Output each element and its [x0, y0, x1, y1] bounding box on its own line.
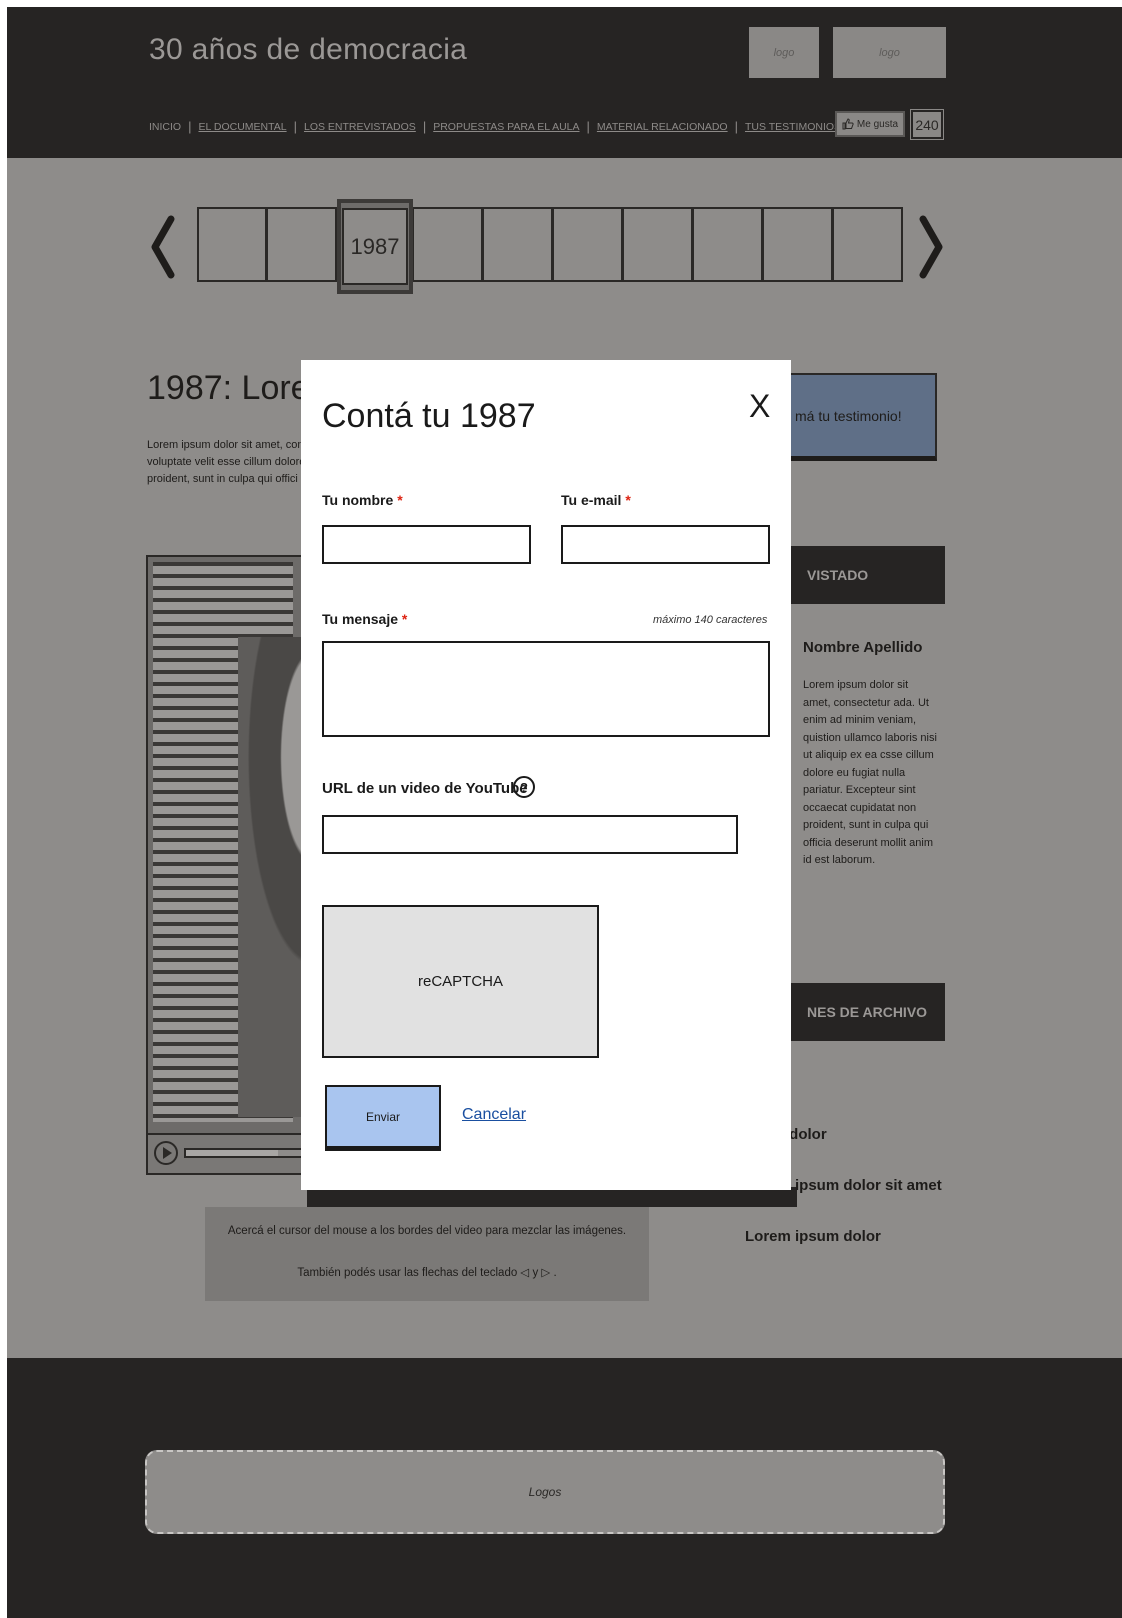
- site-footer: Logos: [7, 1358, 1122, 1618]
- timeline-year-box[interactable]: [623, 207, 693, 282]
- recaptcha-widget[interactable]: reCAPTCHA: [322, 905, 599, 1058]
- email-label-text: Tu e-mail: [561, 492, 622, 508]
- nav-separator: |: [734, 119, 738, 134]
- nav-item-tus-testimonios[interactable]: TUS TESTIMONIOS: [745, 121, 841, 133]
- nav-item-los-entrevistados[interactable]: LOS ENTREVISTADOS: [304, 121, 416, 133]
- timeline-year-box[interactable]: [693, 207, 763, 282]
- nav-item-el-documental[interactable]: EL DOCUMENTAL: [198, 121, 286, 133]
- help-icon[interactable]: ?: [513, 776, 535, 798]
- timeline-year-box[interactable]: [553, 207, 623, 282]
- nombre-label: Tu nombre *: [322, 492, 403, 508]
- email-label: Tu e-mail *: [561, 492, 631, 508]
- max-chars-note: máximo 140 caracteres: [653, 614, 768, 626]
- entrevistado-name: Nombre Apellido: [803, 639, 923, 656]
- nav-separator: |: [586, 119, 590, 134]
- nav-item-propuestas[interactable]: PROPUESTAS PARA EL AULA: [433, 121, 579, 133]
- header-logo-1: logo: [749, 27, 819, 78]
- year-timeline: 1987: [197, 199, 903, 294]
- url-label: URL de un video de YouTube: [322, 780, 528, 797]
- video-progress-fill: [186, 1150, 279, 1156]
- close-icon[interactable]: X: [749, 390, 770, 422]
- nombre-label-text: Tu nombre: [322, 492, 394, 508]
- entrevistado-section-title: VISTADO: [787, 546, 945, 604]
- add-testimony-button[interactable]: má tu testimonio!: [777, 373, 937, 461]
- chevron-left-icon[interactable]: [147, 207, 177, 287]
- modal-title: Contá tu 1987: [322, 397, 536, 435]
- timeline-year-box[interactable]: [763, 207, 833, 282]
- timeline-year-active[interactable]: 1987: [337, 199, 413, 294]
- mensaje-field[interactable]: [322, 641, 770, 737]
- email-field[interactable]: [561, 525, 770, 564]
- footer-logos: Logos: [145, 1450, 945, 1534]
- site-header: 30 años de democracia logo logo INICIO |…: [7, 7, 1122, 158]
- nav-item-material-relacionado[interactable]: MATERIAL RELACIONADO: [597, 121, 728, 133]
- chevron-right-icon[interactable]: [917, 207, 947, 287]
- testimony-modal: Contá tu 1987 X Tu nombre * Tu e-mail * …: [301, 360, 791, 1190]
- timeline-year-box[interactable]: [483, 207, 553, 282]
- archivo-section-title: NES DE ARCHIVO: [787, 983, 945, 1041]
- required-mark: *: [625, 492, 631, 508]
- timeline-year-label: 1987: [342, 208, 408, 285]
- timeline-year-box[interactable]: [197, 207, 267, 282]
- submit-button[interactable]: Enviar: [325, 1085, 441, 1151]
- video-caption-strip: [307, 1187, 797, 1207]
- nav-separator: |: [188, 119, 192, 134]
- like-button[interactable]: Me gusta: [835, 111, 905, 137]
- nav-separator: |: [422, 119, 427, 134]
- cancel-link[interactable]: Cancelar: [462, 1106, 526, 1124]
- nav-separator: |: [293, 119, 297, 134]
- thumbs-up-icon: [842, 118, 854, 130]
- mensaje-label-text: Tu mensaje: [322, 611, 398, 627]
- nombre-field[interactable]: [322, 525, 531, 564]
- youtube-url-field[interactable]: [322, 815, 738, 854]
- header-logo-2: logo: [833, 27, 946, 78]
- main-nav: INICIO | EL DOCUMENTAL | LOS ENTREVISTAD…: [149, 119, 841, 134]
- hint-line-2: También podés usar las flechas del tecla…: [297, 1267, 557, 1279]
- hint-line-1: Acercá el cursor del mouse a los bordes …: [227, 1225, 627, 1237]
- timeline-year-box[interactable]: [833, 207, 903, 282]
- mensaje-label: Tu mensaje *: [322, 611, 407, 627]
- archive-item[interactable]: Lorem ipsum dolor: [745, 1228, 942, 1279]
- required-mark: *: [401, 611, 408, 627]
- video-hint-box: Acercá el cursor del mouse a los bordes …: [205, 1207, 649, 1301]
- required-mark: *: [397, 492, 403, 508]
- like-label: Me gusta: [856, 118, 899, 130]
- site-title: 30 años de democracia: [149, 33, 468, 66]
- play-icon[interactable]: [154, 1141, 178, 1165]
- nav-item-inicio[interactable]: INICIO: [149, 121, 181, 133]
- like-count: 240: [910, 109, 944, 140]
- timeline-year-box[interactable]: [413, 207, 483, 282]
- timeline-year-box[interactable]: [267, 207, 337, 282]
- page-background: 30 años de democracia logo logo INICIO |…: [7, 7, 1122, 1618]
- entrevistado-bio: Lorem ipsum dolor sit amet, consectetur …: [803, 679, 937, 866]
